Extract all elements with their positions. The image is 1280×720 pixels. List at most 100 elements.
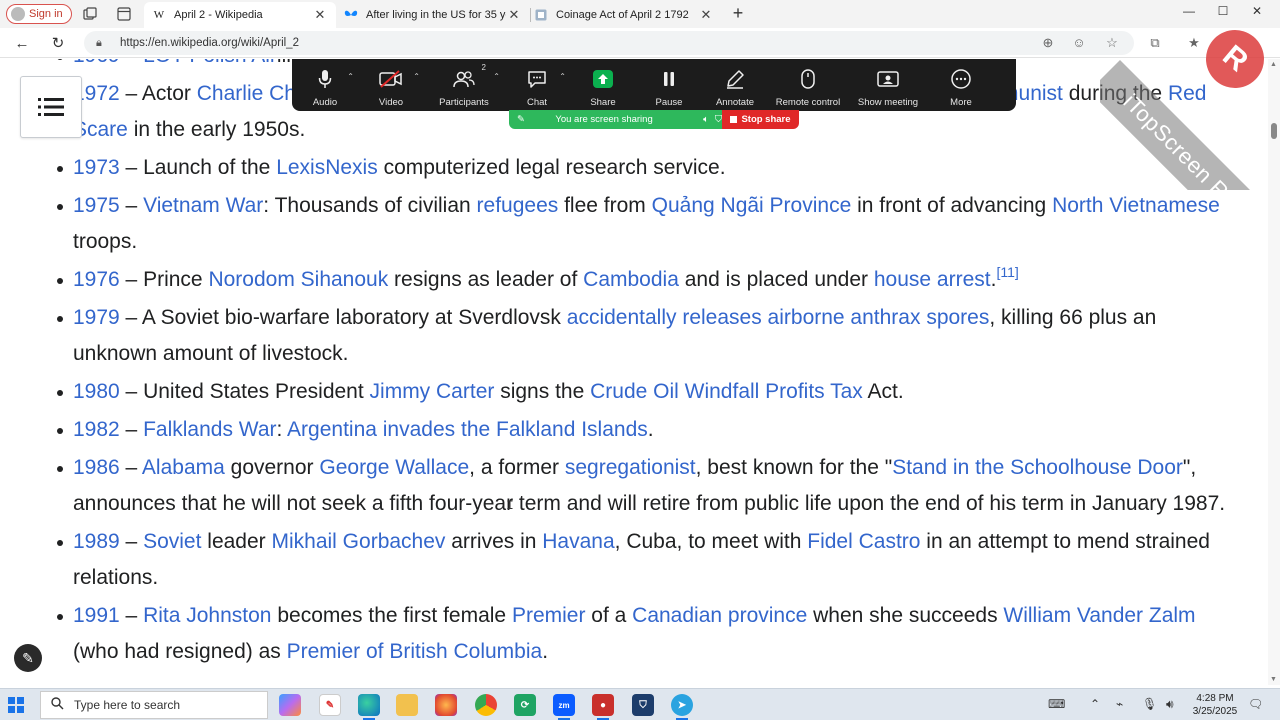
wiki-link[interactable]: 1991 [73, 604, 120, 627]
maximize-button[interactable]: ☐ [1208, 4, 1238, 18]
extensions-icon[interactable]: ⧉ [1147, 35, 1163, 51]
chevron-up-icon[interactable]: ⌃ [1090, 697, 1100, 711]
audio-button[interactable]: ⌃ Audio [292, 59, 358, 111]
wiki-link[interactable]: Crude Oil Windfall Profits Tax [590, 380, 863, 403]
annotate-button[interactable]: Annotate [702, 59, 768, 111]
chevron-down-icon[interactable]: ⌃ [347, 72, 354, 81]
wiki-link[interactable]: segregationist [565, 456, 696, 479]
wiki-link[interactable]: 1980 [73, 380, 120, 403]
stop-share-button[interactable]: Stop share [722, 110, 799, 129]
favorites-icon[interactable]: ★ [1186, 35, 1202, 51]
telegram-icon[interactable]: ➤ [671, 694, 693, 720]
scrollbar-thumb[interactable] [1271, 123, 1277, 139]
new-tab-button[interactable]: + [728, 4, 748, 24]
wiki-link[interactable]: LexisNexis [276, 156, 378, 179]
pin-icon[interactable]: ✎ [517, 114, 525, 125]
firefox-icon[interactable] [435, 694, 457, 716]
citation-link[interactable]: [11] [996, 264, 1018, 280]
table-of-contents-button[interactable] [20, 76, 82, 138]
tab-actions-icon[interactable] [116, 6, 132, 22]
notifications-icon[interactable]: 🗨︎ [1248, 697, 1263, 711]
volume-icon[interactable]: 🔊︎ [1166, 697, 1174, 712]
tab-april-2[interactable]: W April 2 - Wikipedia ✕ [144, 2, 336, 28]
recorder-icon[interactable]: ● [592, 694, 614, 720]
chat-button[interactable]: ⌃ Chat [504, 59, 570, 111]
wiki-link[interactable]: house arrest [874, 268, 991, 291]
page-scrollbar[interactable]: ▲ ▼ [1268, 59, 1280, 685]
copilot-icon[interactable] [279, 694, 301, 716]
taskbar-clock[interactable]: 4:28 PM 3/25/2025 [1192, 692, 1238, 718]
favorite-star-icon[interactable]: ☆ [1104, 35, 1120, 51]
wiki-link[interactable]: 1979 [73, 306, 120, 329]
wiki-link[interactable]: 1969 [73, 59, 120, 67]
site-info-icon[interactable]: 🔒︎ [96, 37, 110, 50]
wiki-link[interactable]: Vietnam War [143, 194, 263, 217]
browser-essentials-icon[interactable]: ☺ [1071, 35, 1087, 51]
wiki-link[interactable]: Alabama [142, 456, 225, 479]
shield-app-icon[interactable]: ⛉ [632, 694, 654, 716]
file-explorer-icon[interactable] [396, 694, 418, 716]
wiki-link[interactable]: North Vietnamese [1052, 194, 1220, 217]
edge-icon[interactable] [358, 694, 380, 720]
scroll-up-icon[interactable]: ▲ [1270, 61, 1277, 68]
edit-pen-icon[interactable]: ✎ [14, 644, 42, 672]
chevron-down-icon[interactable]: ⌃ [559, 72, 566, 81]
address-bar[interactable]: 🔒︎ https://en.wikipedia.org/wiki/April_2 [84, 31, 1134, 55]
wiki-link[interactable]: Premier of British Columbia [287, 640, 543, 663]
sign-in-button[interactable]: Sign in [6, 4, 72, 24]
wiki-link[interactable]: 1986 [73, 456, 120, 479]
close-tab-icon[interactable]: ✕ [312, 7, 328, 23]
chevron-down-icon[interactable]: ⌃ [493, 72, 500, 81]
microphone-tray-icon[interactable]: 🎙︎ [1142, 697, 1157, 711]
windows-start-icon[interactable] [8, 697, 24, 713]
close-tab-icon[interactable]: ✕ [698, 7, 714, 23]
wiki-link[interactable]: William Vander Zalm [1003, 604, 1195, 627]
wiki-link[interactable]: Falklands War [143, 418, 276, 441]
chrome-icon[interactable] [475, 694, 497, 716]
wiki-link[interactable]: Argentina invades the Falkland Islands [287, 418, 648, 441]
wiki-link[interactable]: Mikhail Gorbachev [272, 530, 446, 553]
wiki-link[interactable]: Rita Johnston [143, 604, 271, 627]
wiki-link[interactable]: Canadian province [632, 604, 807, 627]
wiki-link[interactable]: Premier [512, 604, 586, 627]
zoom-icon[interactable]: ⊕ [1040, 35, 1056, 51]
wiki-link[interactable]: Norodom Sihanouk [208, 268, 388, 291]
workspaces-icon[interactable] [82, 6, 98, 22]
taskbar-search-box[interactable]: Type here to search [40, 691, 268, 719]
refresh-icon[interactable]: ↻ [48, 33, 68, 53]
wiki-link[interactable]: 1973 [73, 156, 120, 179]
minimize-button[interactable]: — [1174, 4, 1204, 18]
wiki-link[interactable]: Stand in the Schoolhouse Door [892, 456, 1183, 479]
share-button[interactable]: Share [570, 59, 636, 111]
wiki-link[interactable]: Havana [542, 530, 614, 553]
scroll-down-icon[interactable]: ▼ [1270, 676, 1277, 683]
pause-button[interactable]: Pause [636, 59, 702, 111]
video-button[interactable]: ⌃ Video [358, 59, 424, 111]
wiki-link[interactable]: accidentally releases airborne anthrax s… [567, 306, 990, 329]
tab-coinage-act[interactable]: Coinage Act of April 2 1792 ✕ [526, 2, 722, 28]
wiki-link[interactable]: George Wallace [319, 456, 469, 479]
green-app-icon[interactable]: ⟳ [514, 694, 536, 716]
zoom-app-icon[interactable]: zm [553, 694, 575, 720]
wiki-link[interactable]: LOT Polish Air [143, 59, 277, 67]
wiki-link[interactable]: Cambodia [583, 268, 679, 291]
wiki-link[interactable]: 1975 [73, 194, 120, 217]
close-window-button[interactable]: ✕ [1242, 4, 1272, 18]
participants-button[interactable]: 2 ⌃ Participants [424, 59, 504, 111]
wiki-link[interactable]: 1982 [73, 418, 120, 441]
wiki-link[interactable]: Fidel Castro [807, 530, 920, 553]
remote-control-button[interactable]: Remote control [768, 59, 848, 111]
more-button[interactable]: More [928, 59, 994, 111]
tab-after-living[interactable]: After living in the US for 35 years ✕ [336, 2, 530, 28]
chevron-down-icon[interactable]: ⌃ [413, 72, 420, 81]
close-tab-icon[interactable]: ✕ [506, 7, 522, 23]
wiki-link[interactable]: Quảng Ngãi Province [652, 194, 852, 217]
wiki-link[interactable]: Jimmy Carter [370, 380, 495, 403]
speaker-icon[interactable]: 🔈︎ [703, 114, 709, 125]
wiki-link[interactable]: Soviet [143, 530, 201, 553]
back-icon[interactable]: ← [12, 33, 32, 53]
paint-icon[interactable]: ✎ [319, 694, 341, 716]
show-meeting-button[interactable]: Show meeting [848, 59, 928, 111]
wiki-link[interactable]: 1976 [73, 268, 120, 291]
wiki-link[interactable]: refugees [477, 194, 559, 217]
